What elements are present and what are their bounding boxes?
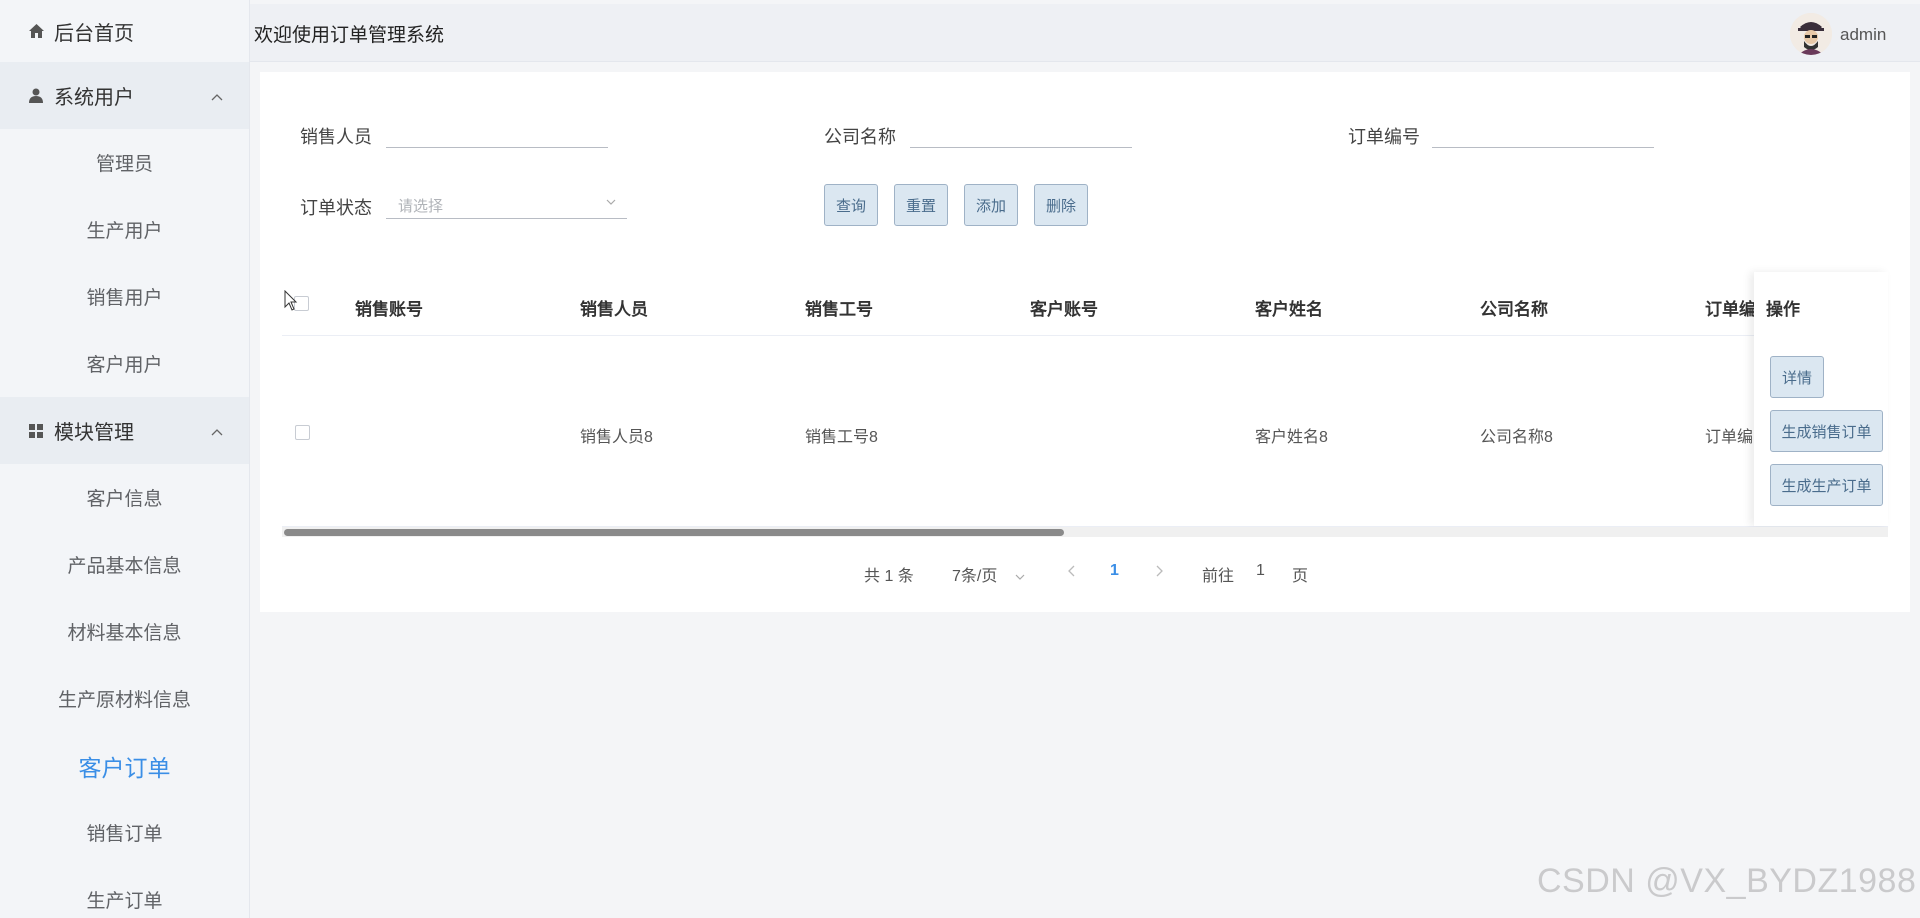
cell-order-no: 订单编 xyxy=(1705,429,1754,446)
horizontal-scrollbar[interactable] xyxy=(282,527,1888,537)
sidebar-item-sales-user[interactable]: 销售用户 xyxy=(0,263,249,330)
scrollbar-thumb[interactable] xyxy=(284,529,1064,536)
table-row[interactable]: 销售人员8 销售工号8 客户姓名8 公司名称8 订单编 xyxy=(282,337,1888,527)
grid-icon xyxy=(28,423,44,439)
salesperson-input[interactable] xyxy=(386,112,608,148)
sidebar-item-label: 客户信息 xyxy=(86,489,163,510)
sidebar-item-product-info[interactable]: 产品基本信息 xyxy=(0,531,249,598)
page-title: 欢迎使用订单管理系统 xyxy=(254,25,445,46)
cell-salesperson: 销售人员8 xyxy=(580,429,653,446)
salesperson-label: 销售人员 xyxy=(300,127,372,147)
main-card: 销售人员 公司名称 订单编号 订单状态 请选择 查询 重置 添加 删除 销售账号… xyxy=(260,72,1910,612)
sidebar-item-label: 产品基本信息 xyxy=(67,556,182,577)
sidebar: 后台首页 系统用户 管理员 生产用户 销售用户 客户用户 模块管理 客户信息 产… xyxy=(0,0,250,918)
sidebar-item-material-info[interactable]: 材料基本信息 xyxy=(0,598,249,665)
sidebar-item-label: 客户用户 xyxy=(86,355,163,376)
user-icon xyxy=(28,88,44,104)
company-label: 公司名称 xyxy=(824,127,896,147)
operation-column: 操作 详情 生成销售订单 生成生产订单 xyxy=(1754,272,1888,526)
cell-company: 公司名称8 xyxy=(1480,429,1553,446)
chevron-left-icon xyxy=(1068,565,1075,577)
chevron-up-icon xyxy=(209,88,225,104)
avatar[interactable] xyxy=(1790,13,1832,55)
company-input[interactable] xyxy=(910,112,1132,148)
cell-sales-id: 销售工号8 xyxy=(805,429,878,446)
sidebar-item-label: 销售订单 xyxy=(86,824,163,845)
goto-label: 前往 xyxy=(1202,568,1235,585)
pagination-total: 共 1 条 xyxy=(864,568,914,585)
column-header: 公司名称 xyxy=(1480,300,1548,319)
column-header: 客户账号 xyxy=(1030,300,1098,319)
sidebar-item-production-user[interactable]: 生产用户 xyxy=(0,196,249,263)
column-header: 销售人员 xyxy=(580,300,648,319)
sidebar-item-customer-user[interactable]: 客户用户 xyxy=(0,330,249,397)
prev-page-button[interactable] xyxy=(1066,564,1078,578)
sidebar-item-label: 生产用户 xyxy=(86,221,163,242)
operation-header: 操作 xyxy=(1766,300,1800,319)
username[interactable]: admin xyxy=(1840,25,1886,45)
chevron-right-icon xyxy=(1156,565,1163,577)
sidebar-item-admin[interactable]: 管理员 xyxy=(0,129,249,196)
page-size-value: 7条/页 xyxy=(952,568,998,585)
menu-group-users[interactable]: 系统用户 xyxy=(0,62,249,129)
menu-home-label: 后台首页 xyxy=(54,22,134,45)
menu-group-modules[interactable]: 模块管理 xyxy=(0,397,249,464)
watermark: CSDN @VX_BYDZ1988 xyxy=(1537,862,1917,900)
sidebar-item-label: 生产订单 xyxy=(86,891,163,912)
menu-group-users-label: 系统用户 xyxy=(54,87,134,109)
generate-production-order-button[interactable]: 生成生产订单 xyxy=(1770,464,1883,506)
status-placeholder: 请选择 xyxy=(398,198,444,215)
sidebar-item-label: 管理员 xyxy=(95,154,153,175)
sidebar-item-customer-order[interactable]: 客户订单 xyxy=(0,732,249,799)
status-label: 订单状态 xyxy=(300,198,372,218)
sidebar-item-label: 生产原材料信息 xyxy=(57,690,191,711)
status-select[interactable]: 请选择 xyxy=(386,183,627,219)
add-button[interactable]: 添加 xyxy=(964,184,1018,226)
page-number-current[interactable]: 1 xyxy=(1110,562,1119,580)
sidebar-item-customer-info[interactable]: 客户信息 xyxy=(0,464,249,531)
column-header: 客户姓名 xyxy=(1255,300,1323,319)
header: 欢迎使用订单管理系统 admin xyxy=(250,4,1920,62)
table-header: 销售账号 销售人员 销售工号 客户账号 客户姓名 公司名称 订单编 xyxy=(282,272,1888,336)
chevron-up-icon xyxy=(209,423,225,439)
sidebar-item-raw-material[interactable]: 生产原材料信息 xyxy=(0,665,249,732)
home-icon xyxy=(28,23,44,39)
sidebar-item-label: 材料基本信息 xyxy=(67,623,182,644)
order-no-input[interactable] xyxy=(1432,112,1654,148)
column-header: 销售账号 xyxy=(355,300,423,319)
menu-home[interactable]: 后台首页 xyxy=(0,0,249,62)
detail-button[interactable]: 详情 xyxy=(1770,356,1824,398)
chevron-down-icon xyxy=(1015,574,1025,580)
query-button[interactable]: 查询 xyxy=(824,184,878,226)
column-header: 订单编 xyxy=(1705,300,1756,319)
row-checkbox[interactable] xyxy=(295,425,310,440)
menu-group-modules-label: 模块管理 xyxy=(54,422,134,444)
chevron-down-icon xyxy=(605,195,617,207)
sidebar-item-production-order[interactable]: 生产订单 xyxy=(0,866,249,918)
generate-sales-order-button[interactable]: 生成销售订单 xyxy=(1770,410,1883,452)
order-no-label: 订单编号 xyxy=(1348,127,1420,147)
goto-page-input[interactable]: 1 xyxy=(1256,562,1265,580)
page-size-select[interactable]: 7条/页 xyxy=(952,562,1026,586)
sidebar-item-sales-order[interactable]: 销售订单 xyxy=(0,799,249,866)
next-page-button[interactable] xyxy=(1153,564,1165,578)
delete-button[interactable]: 删除 xyxy=(1034,184,1088,226)
sidebar-item-label: 客户订单 xyxy=(78,754,171,781)
reset-button[interactable]: 重置 xyxy=(894,184,948,226)
page-suffix: 页 xyxy=(1292,568,1309,585)
sidebar-item-label: 销售用户 xyxy=(86,288,163,309)
cell-customer-name: 客户姓名8 xyxy=(1255,429,1328,446)
mouse-cursor-icon xyxy=(284,289,298,317)
column-header: 销售工号 xyxy=(805,300,873,319)
